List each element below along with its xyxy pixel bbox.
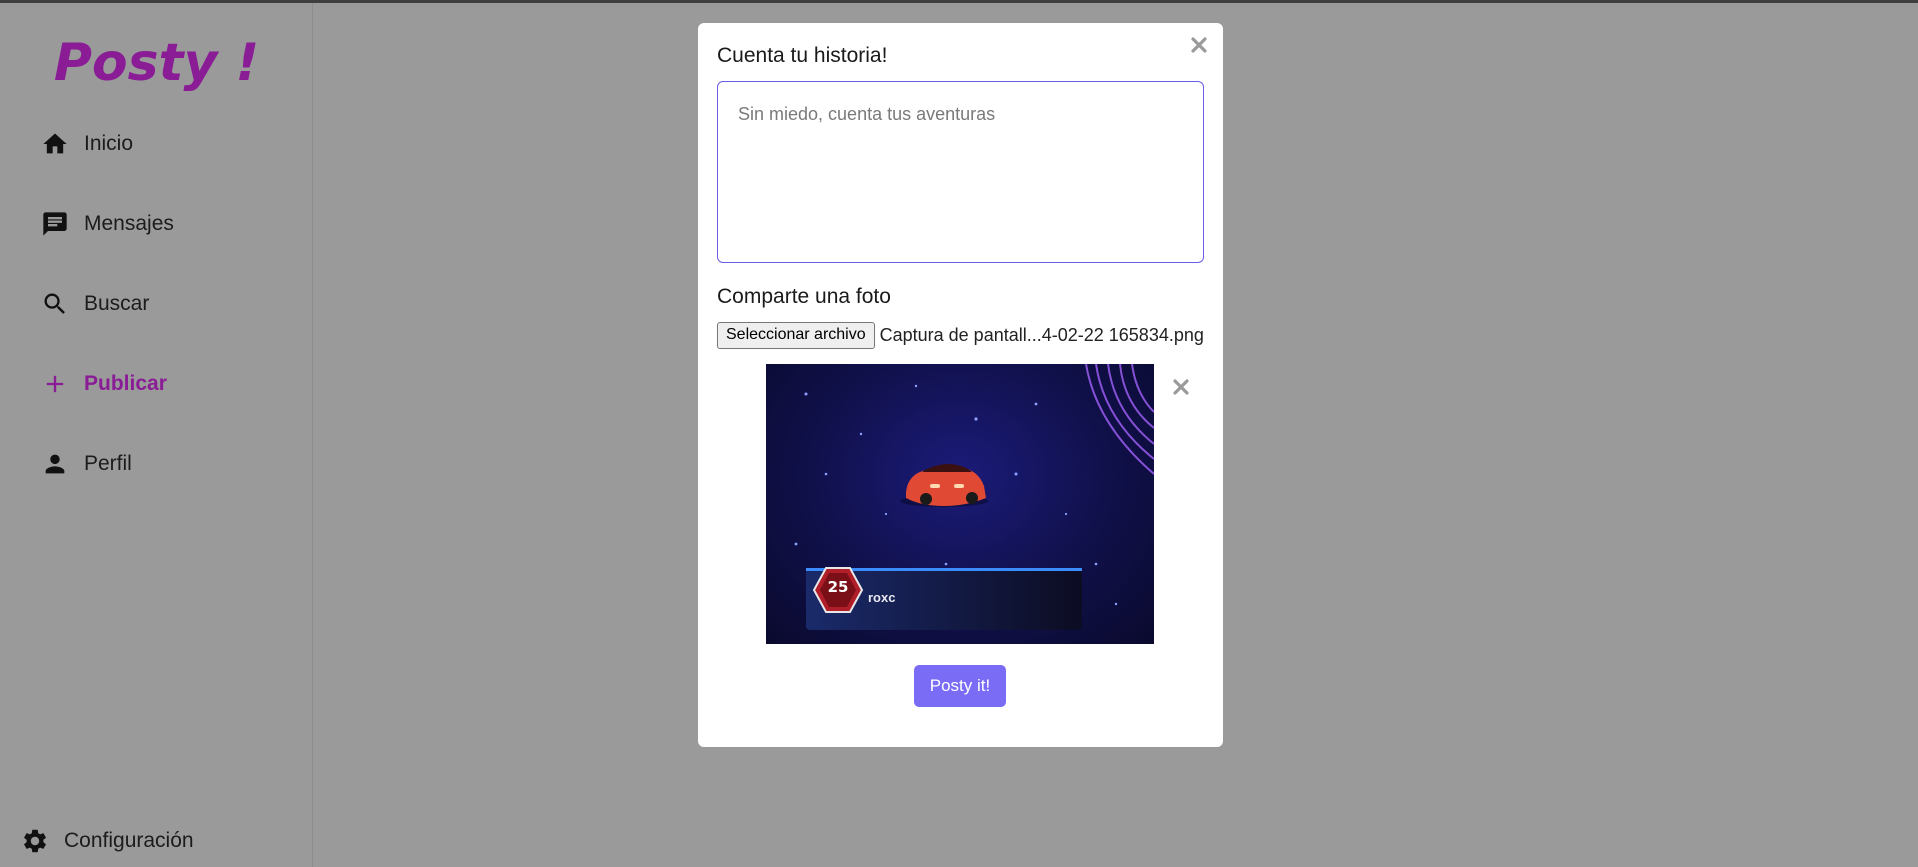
plus-icon (40, 369, 70, 399)
sidebar-item-label: Mensajes (84, 212, 174, 235)
app-logo[interactable]: Posty ! (0, 33, 313, 93)
home-icon (40, 129, 70, 159)
gear-icon (20, 826, 50, 856)
remove-image-icon[interactable] (1170, 376, 1192, 398)
search-icon (40, 289, 70, 319)
sidebar: Posty ! Inicio Mensajes Buscar Publicar … (0, 3, 313, 867)
story-textarea[interactable] (717, 81, 1204, 263)
sidebar-item-publicar[interactable]: Publicar (40, 364, 167, 404)
sidebar-item-label: Perfil (84, 452, 132, 475)
sidebar-item-perfil[interactable]: Perfil (40, 444, 132, 484)
image-preview: 25 roxc (766, 364, 1154, 644)
sidebar-item-configuracion[interactable]: Configuración (20, 821, 194, 861)
sidebar-item-label: Publicar (84, 372, 167, 395)
sidebar-item-buscar[interactable]: Buscar (40, 284, 149, 324)
person-icon (40, 449, 70, 479)
message-icon (40, 209, 70, 239)
preview-badge-text: 25 (827, 578, 849, 596)
file-input[interactable]: Seleccionar archivo Captura de pantall..… (717, 321, 1204, 349)
photo-label: Comparte una foto (717, 285, 891, 308)
sidebar-item-label: Buscar (84, 292, 150, 315)
submit-post-button[interactable]: Posty it! (914, 665, 1006, 707)
sidebar-item-label: Configuración (64, 829, 194, 852)
car-graphic (900, 464, 988, 507)
close-icon[interactable] (1187, 33, 1211, 57)
new-post-modal: Cuenta tu historia! Comparte una foto Se… (698, 23, 1223, 747)
choose-file-button[interactable]: Seleccionar archivo (717, 321, 875, 349)
preview-image (794, 364, 1154, 630)
sidebar-item-mensajes[interactable]: Mensajes (40, 204, 174, 244)
sidebar-item-label: Inicio (84, 132, 134, 155)
preview-caption: roxc (868, 590, 896, 605)
story-label: Cuenta tu historia! (717, 44, 888, 67)
sidebar-item-inicio[interactable]: Inicio (40, 124, 133, 164)
selected-file-name: Captura de pantall...4-02-22 165834.png (879, 324, 1204, 345)
